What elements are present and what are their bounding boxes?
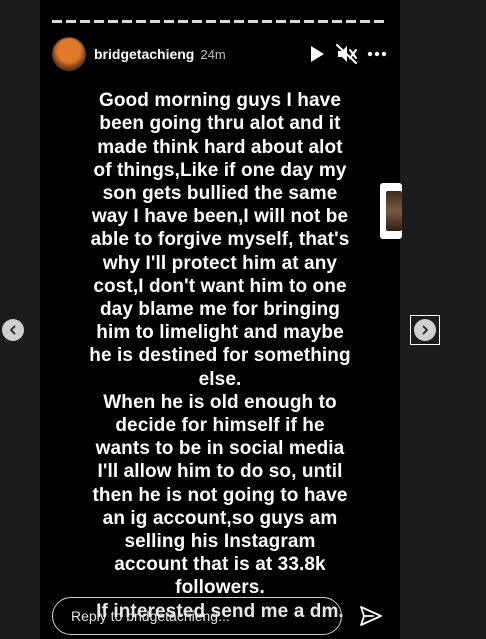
next-story-thumbnail	[386, 191, 402, 231]
story-body: Good morning guys I have been going thru…	[89, 90, 351, 599]
more-icon[interactable]	[366, 43, 388, 65]
story-text: Good morning guys I have been going thru…	[54, 66, 386, 639]
play-icon[interactable]	[306, 43, 328, 65]
chevron-right-icon	[422, 325, 428, 335]
reply-input[interactable]	[52, 597, 342, 635]
next-story-preview[interactable]	[380, 183, 402, 239]
story-viewer: bridgetachieng 24m Good morning guys I h…	[40, 0, 400, 639]
username[interactable]: bridgetachieng	[94, 46, 194, 62]
previous-story-button[interactable]	[2, 319, 24, 341]
speaker-muted-icon[interactable]	[336, 43, 358, 65]
post-time: 24m	[200, 46, 226, 62]
send-icon[interactable]	[354, 599, 388, 633]
next-story-button[interactable]	[414, 319, 436, 341]
reply-bar	[52, 596, 388, 636]
chevron-left-icon	[10, 325, 16, 335]
story-progress-bar	[52, 20, 388, 23]
next-story-button-focus	[410, 315, 440, 345]
